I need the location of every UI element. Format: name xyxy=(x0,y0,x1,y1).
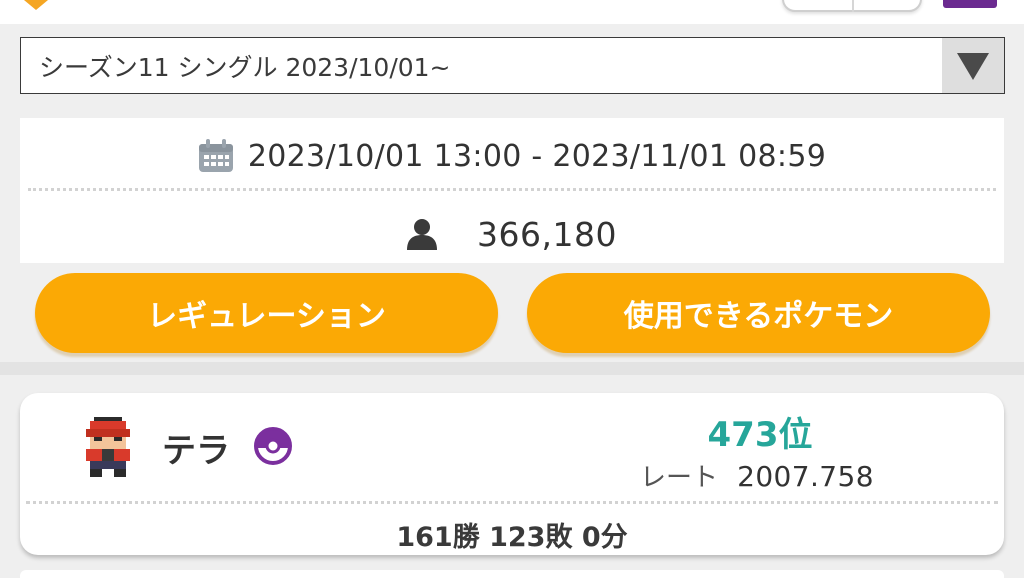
season-period-row: 2023/10/01 13:00 - 2023/11/01 08:59 xyxy=(20,134,1004,178)
logo-icon xyxy=(24,0,48,10)
calendar-icon xyxy=(198,139,233,172)
season-info-card: 2023/10/01 13:00 - 2023/11/01 08:59 366,… xyxy=(20,118,1004,263)
win-loss-record: 161勝 123敗 0分 xyxy=(396,522,628,553)
view-toggle[interactable] xyxy=(782,0,922,12)
season-period: 2023/10/01 13:00 - 2023/11/01 08:59 xyxy=(247,138,827,174)
menu-badge[interactable] xyxy=(943,0,997,8)
usable-pokemon-button[interactable]: 使用できるポケモン xyxy=(527,273,990,353)
trainer-avatar xyxy=(86,417,130,477)
player-count: 366,180 xyxy=(477,214,617,254)
player-name: テラ xyxy=(162,431,230,471)
rate-label: レート xyxy=(640,463,719,493)
next-card-edge xyxy=(20,570,1004,578)
dropdown-arrow-icon xyxy=(957,52,989,80)
toggle-divider xyxy=(852,0,854,12)
rate-value: 2007.758 xyxy=(737,460,874,493)
top-header xyxy=(0,0,1024,24)
regulation-button[interactable]: レギュレーション xyxy=(35,273,498,353)
player-count-row: 366,180 xyxy=(20,212,1004,256)
season-select-value: シーズン11 シングル 2023/10/01~ xyxy=(39,52,451,82)
divider xyxy=(28,188,996,191)
section-separator xyxy=(0,362,1024,375)
rate-line: レート 2007.758 xyxy=(640,457,940,494)
season-select-toggle[interactable] xyxy=(942,38,1004,93)
player-record-card[interactable]: テラ 473位 レート 2007.758 161勝 123敗 0分 xyxy=(20,393,1004,555)
ball-icon xyxy=(254,427,292,465)
player-rank: 473位 xyxy=(707,415,813,455)
divider xyxy=(26,501,998,504)
season-select[interactable]: シーズン11 シングル 2023/10/01~ xyxy=(20,37,1005,94)
person-icon xyxy=(407,219,438,250)
